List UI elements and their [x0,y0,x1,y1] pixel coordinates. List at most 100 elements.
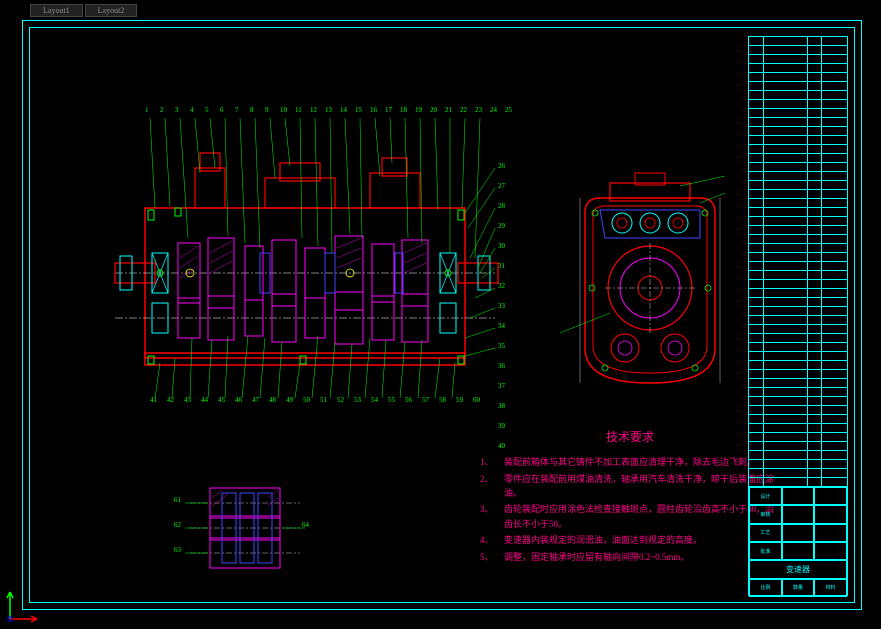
callout-number: 26 [498,162,505,170]
callout-number: 23 [475,106,482,114]
callout-number: 42 [167,396,174,404]
parts-list-row [749,352,847,361]
parts-list-row [749,307,847,316]
parts-list-row [749,379,847,388]
callout-aux-2: 62 [174,521,181,529]
tab-layout1[interactable]: Layout1 [30,4,83,17]
parts-list-row [749,37,847,46]
parts-list-row [749,172,847,181]
callout-number: 8 [250,106,254,114]
parts-list-row [749,91,847,100]
callout-number: 54 [371,396,378,404]
callout-number: 28 [498,202,505,210]
callout-aux-4: 64 [302,521,309,529]
tab-layout2[interactable]: Layout2 [85,4,138,17]
callout-number: 56 [405,396,412,404]
callout-number: 34 [498,322,505,330]
callout-aux-1: 61 [174,496,181,504]
callout-number: 60 [473,396,480,404]
callout-number: 5 [205,106,209,114]
parts-list-row [749,64,847,73]
callout-number: 52 [337,396,344,404]
parts-list-row [749,316,847,325]
callout-number: 36 [498,362,505,370]
parts-list-row [749,118,847,127]
notes-item: 3、齿轮装配时应用涂色法检查接触斑点，圆柱齿轮沿齿高不小于40，沿齿长不小于50… [480,502,780,531]
parts-list [749,37,847,487]
side-section-view [550,168,750,398]
callout-number: 43 [184,396,191,404]
callout-number: 20 [430,106,437,114]
callout-number: 16 [370,106,377,114]
callout-number: 22 [460,106,467,114]
parts-list-row [749,262,847,271]
callout-number: 12 [310,106,317,114]
parts-list-row [749,397,847,406]
callout-number: 29 [498,222,505,230]
callout-number: 31 [498,262,505,270]
parts-list-row [749,388,847,397]
callout-number: 47 [252,396,259,404]
callout-number: 9 [265,106,269,114]
callout-number: 44 [201,396,208,404]
notes-item: 4、变速器内装规定的润滑油，油面达到规定的高度。 [480,533,780,547]
callout-number: 6 [220,106,224,114]
parts-list-row [749,55,847,64]
parts-list-row [749,415,847,424]
callout-number: 37 [498,382,505,390]
notes-title: 技术要求 [480,428,780,447]
callout-number: 53 [354,396,361,404]
parts-list-row [749,82,847,91]
parts-list-row [749,424,847,433]
parts-list-row [749,298,847,307]
callout-number: 4 [190,106,194,114]
callout-aux-3: 63 [174,546,181,554]
parts-list-row [749,46,847,55]
drawing-frame-inner: 1234567891011121314151617181920212223242… [29,27,855,603]
callout-number: 27 [498,182,505,190]
parts-list-row [749,253,847,262]
callout-number: 58 [439,396,446,404]
drawing-title: 变速器 [749,560,847,578]
parts-list-row [749,100,847,109]
title-block: 设计 审核 工艺 批准 变速器 比例数量材料 [748,36,848,596]
drawing-frame-outer: 1234567891011121314151617181920212223242… [22,20,862,610]
callout-number: 11 [295,106,302,114]
parts-list-row [749,226,847,235]
title-block-main: 设计 审核 工艺 批准 变速器 比例数量材料 [749,487,847,597]
parts-list-row [749,406,847,415]
callout-number: 25 [505,106,512,114]
layout-tabs: Layout1 Layout2 [30,4,137,17]
parts-list-row [749,343,847,352]
callout-number: 17 [385,106,392,114]
notes-item: 5、调整，固定轴承时应留有轴向间隙0.2~0.5mm。 [480,550,780,564]
callout-number: 59 [456,396,463,404]
parts-list-row [749,190,847,199]
parts-list-row [749,433,847,442]
parts-list-row [749,361,847,370]
callout-number: 13 [325,106,332,114]
parts-list-row [749,460,847,469]
callout-number: 1 [145,106,149,114]
callout-number: 49 [286,396,293,404]
callout-number: 35 [498,342,505,350]
parts-list-row [749,478,847,486]
callout-number: 41 [150,396,157,404]
parts-list-row [749,73,847,82]
parts-list-row [749,181,847,190]
parts-list-row [749,154,847,163]
parts-list-row [749,334,847,343]
parts-list-row [749,442,847,451]
callout-number: 57 [422,396,429,404]
parts-list-row [749,109,847,118]
parts-list-row [749,469,847,478]
parts-list-row [749,127,847,136]
main-section-view: 1234567891011121314151617181920212223242… [100,98,510,408]
parts-list-row [749,199,847,208]
callout-number: 38 [498,402,505,410]
callout-number: 55 [388,396,395,404]
technical-requirements: 技术要求 1、装配前箱体与其它铸件不加工表面应清理干净，除去毛边飞刺。2、零件应… [480,428,780,566]
callout-number: 45 [218,396,225,404]
callout-number: 30 [498,242,505,250]
parts-list-row [749,370,847,379]
